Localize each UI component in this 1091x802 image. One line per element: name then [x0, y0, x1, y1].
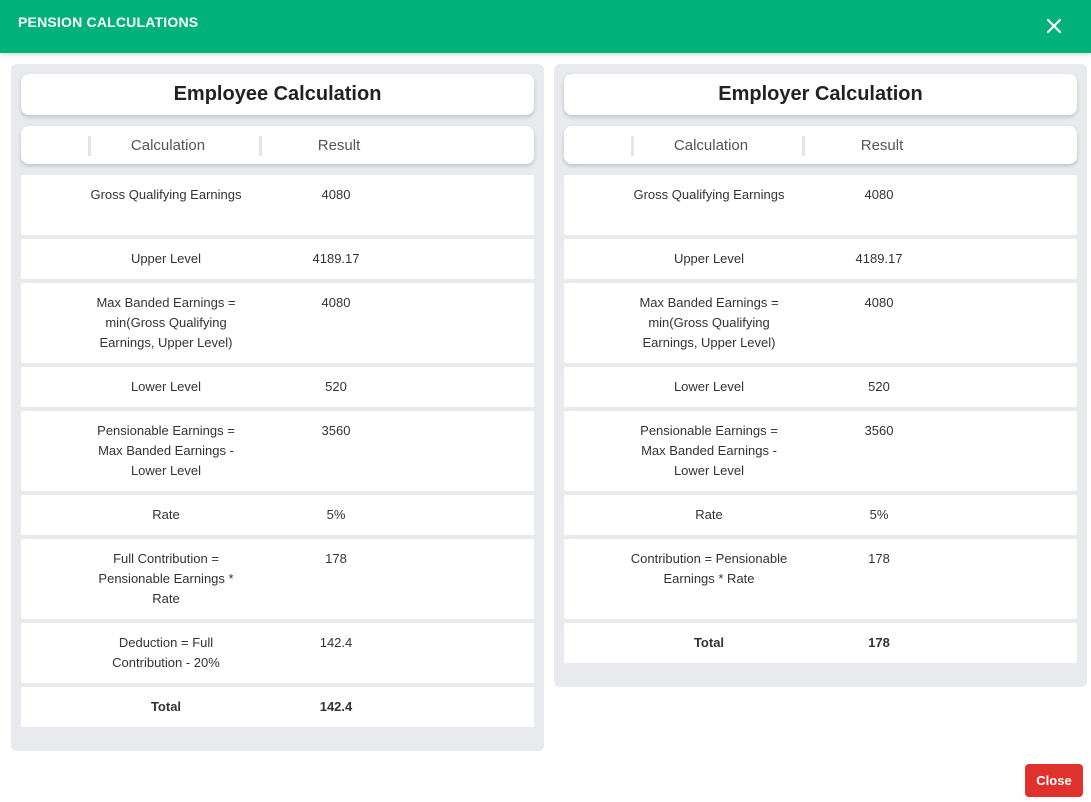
row-result: 4080 — [321, 187, 351, 202]
total-label: Total — [693, 635, 725, 650]
row-calculation: Gross Qualifying Earnings — [90, 187, 242, 202]
row-result: 142.4 — [319, 635, 353, 650]
table-row: Full Contribution = Pensionable Earnings… — [21, 539, 534, 619]
row-result: 520 — [325, 379, 347, 394]
total-value: 178 — [868, 635, 890, 650]
row-result: 5% — [869, 507, 889, 522]
row-result: 520 — [868, 379, 890, 394]
table-row: Max Banded Earnings = min(Gross Qualifyi… — [564, 283, 1077, 363]
table-row: Lower Level 520 — [564, 367, 1077, 407]
row-result: 4080 — [864, 187, 894, 202]
row-calculation: Gross Qualifying Earnings — [633, 187, 785, 202]
total-label: Total — [150, 699, 182, 714]
row-calculation: Max Banded Earnings = min(Gross Qualifyi… — [96, 295, 236, 350]
row-calculation: Rate — [152, 507, 180, 522]
modal-header: PENSION CALCULATIONS — [0, 0, 1091, 53]
close-button[interactable]: Close — [1025, 764, 1083, 797]
total-row: Total 142.4 — [21, 687, 534, 727]
employee-rows: Gross Qualifying Earnings 4080 Upper Lev… — [21, 175, 534, 731]
row-result: 4080 — [864, 295, 894, 310]
column-label-calculation: Calculation — [673, 137, 749, 154]
row-calculation: Deduction = Full Contribution - 20% — [112, 635, 220, 670]
table-row: Upper Level 4189.17 — [21, 239, 534, 279]
row-calculation: Upper Level — [130, 251, 202, 266]
row-calculation: Contribution = Pensionable Earnings * Ra… — [630, 551, 788, 586]
row-calculation: Max Banded Earnings = min(Gross Qualifyi… — [639, 295, 779, 350]
employer-column-header: Calculation Result — [564, 126, 1077, 164]
row-calculation: Rate — [695, 507, 723, 522]
employer-panel-title: Employer Calculation — [564, 74, 1077, 115]
row-calculation: Lower Level — [130, 379, 202, 394]
employee-panel-title: Employee Calculation — [21, 74, 534, 115]
table-row: Rate 5% — [564, 495, 1077, 535]
row-calculation: Upper Level — [673, 251, 745, 266]
table-row: Rate 5% — [21, 495, 534, 535]
row-calculation: Full Contribution = Pensionable Earnings… — [98, 551, 234, 606]
row-result: 3560 — [864, 423, 894, 438]
employer-rows: Gross Qualifying Earnings 4080 Upper Lev… — [564, 175, 1077, 667]
employer-panel: Employer Calculation Calculation Result … — [554, 64, 1087, 687]
employee-column-header: Calculation Result — [21, 126, 534, 164]
total-row: Total 178 — [564, 623, 1077, 663]
row-result: 3560 — [321, 423, 351, 438]
column-label-result: Result — [317, 137, 361, 154]
table-row: Gross Qualifying Earnings 4080 — [21, 175, 534, 235]
close-icon[interactable] — [1043, 15, 1065, 37]
table-row: Max Banded Earnings = min(Gross Qualifyi… — [21, 283, 534, 363]
table-row: Gross Qualifying Earnings 4080 — [564, 175, 1077, 235]
table-row: Lower Level 520 — [21, 367, 534, 407]
employee-panel: Employee Calculation Calculation Result … — [11, 64, 544, 751]
table-row: Pensionable Earnings = Max Banded Earnin… — [564, 411, 1077, 491]
row-result: 5% — [326, 507, 346, 522]
table-row: Pensionable Earnings = Max Banded Earnin… — [21, 411, 534, 491]
row-result: 4080 — [321, 295, 351, 310]
row-calculation: Pensionable Earnings = Max Banded Earnin… — [97, 423, 235, 478]
row-result: 178 — [325, 551, 347, 566]
table-row: Contribution = Pensionable Earnings * Ra… — [564, 539, 1077, 619]
row-result: 178 — [868, 551, 890, 566]
modal-title: PENSION CALCULATIONS — [18, 14, 199, 30]
table-row: Deduction = Full Contribution - 20% 142.… — [21, 623, 534, 683]
table-row: Upper Level 4189.17 — [564, 239, 1077, 279]
column-label-calculation: Calculation — [130, 137, 206, 154]
column-label-result: Result — [860, 137, 904, 154]
row-calculation: Lower Level — [673, 379, 745, 394]
row-result: 4189.17 — [855, 251, 903, 266]
row-calculation: Pensionable Earnings = Max Banded Earnin… — [640, 423, 778, 478]
row-result: 4189.17 — [312, 251, 360, 266]
total-value: 142.4 — [319, 699, 353, 714]
